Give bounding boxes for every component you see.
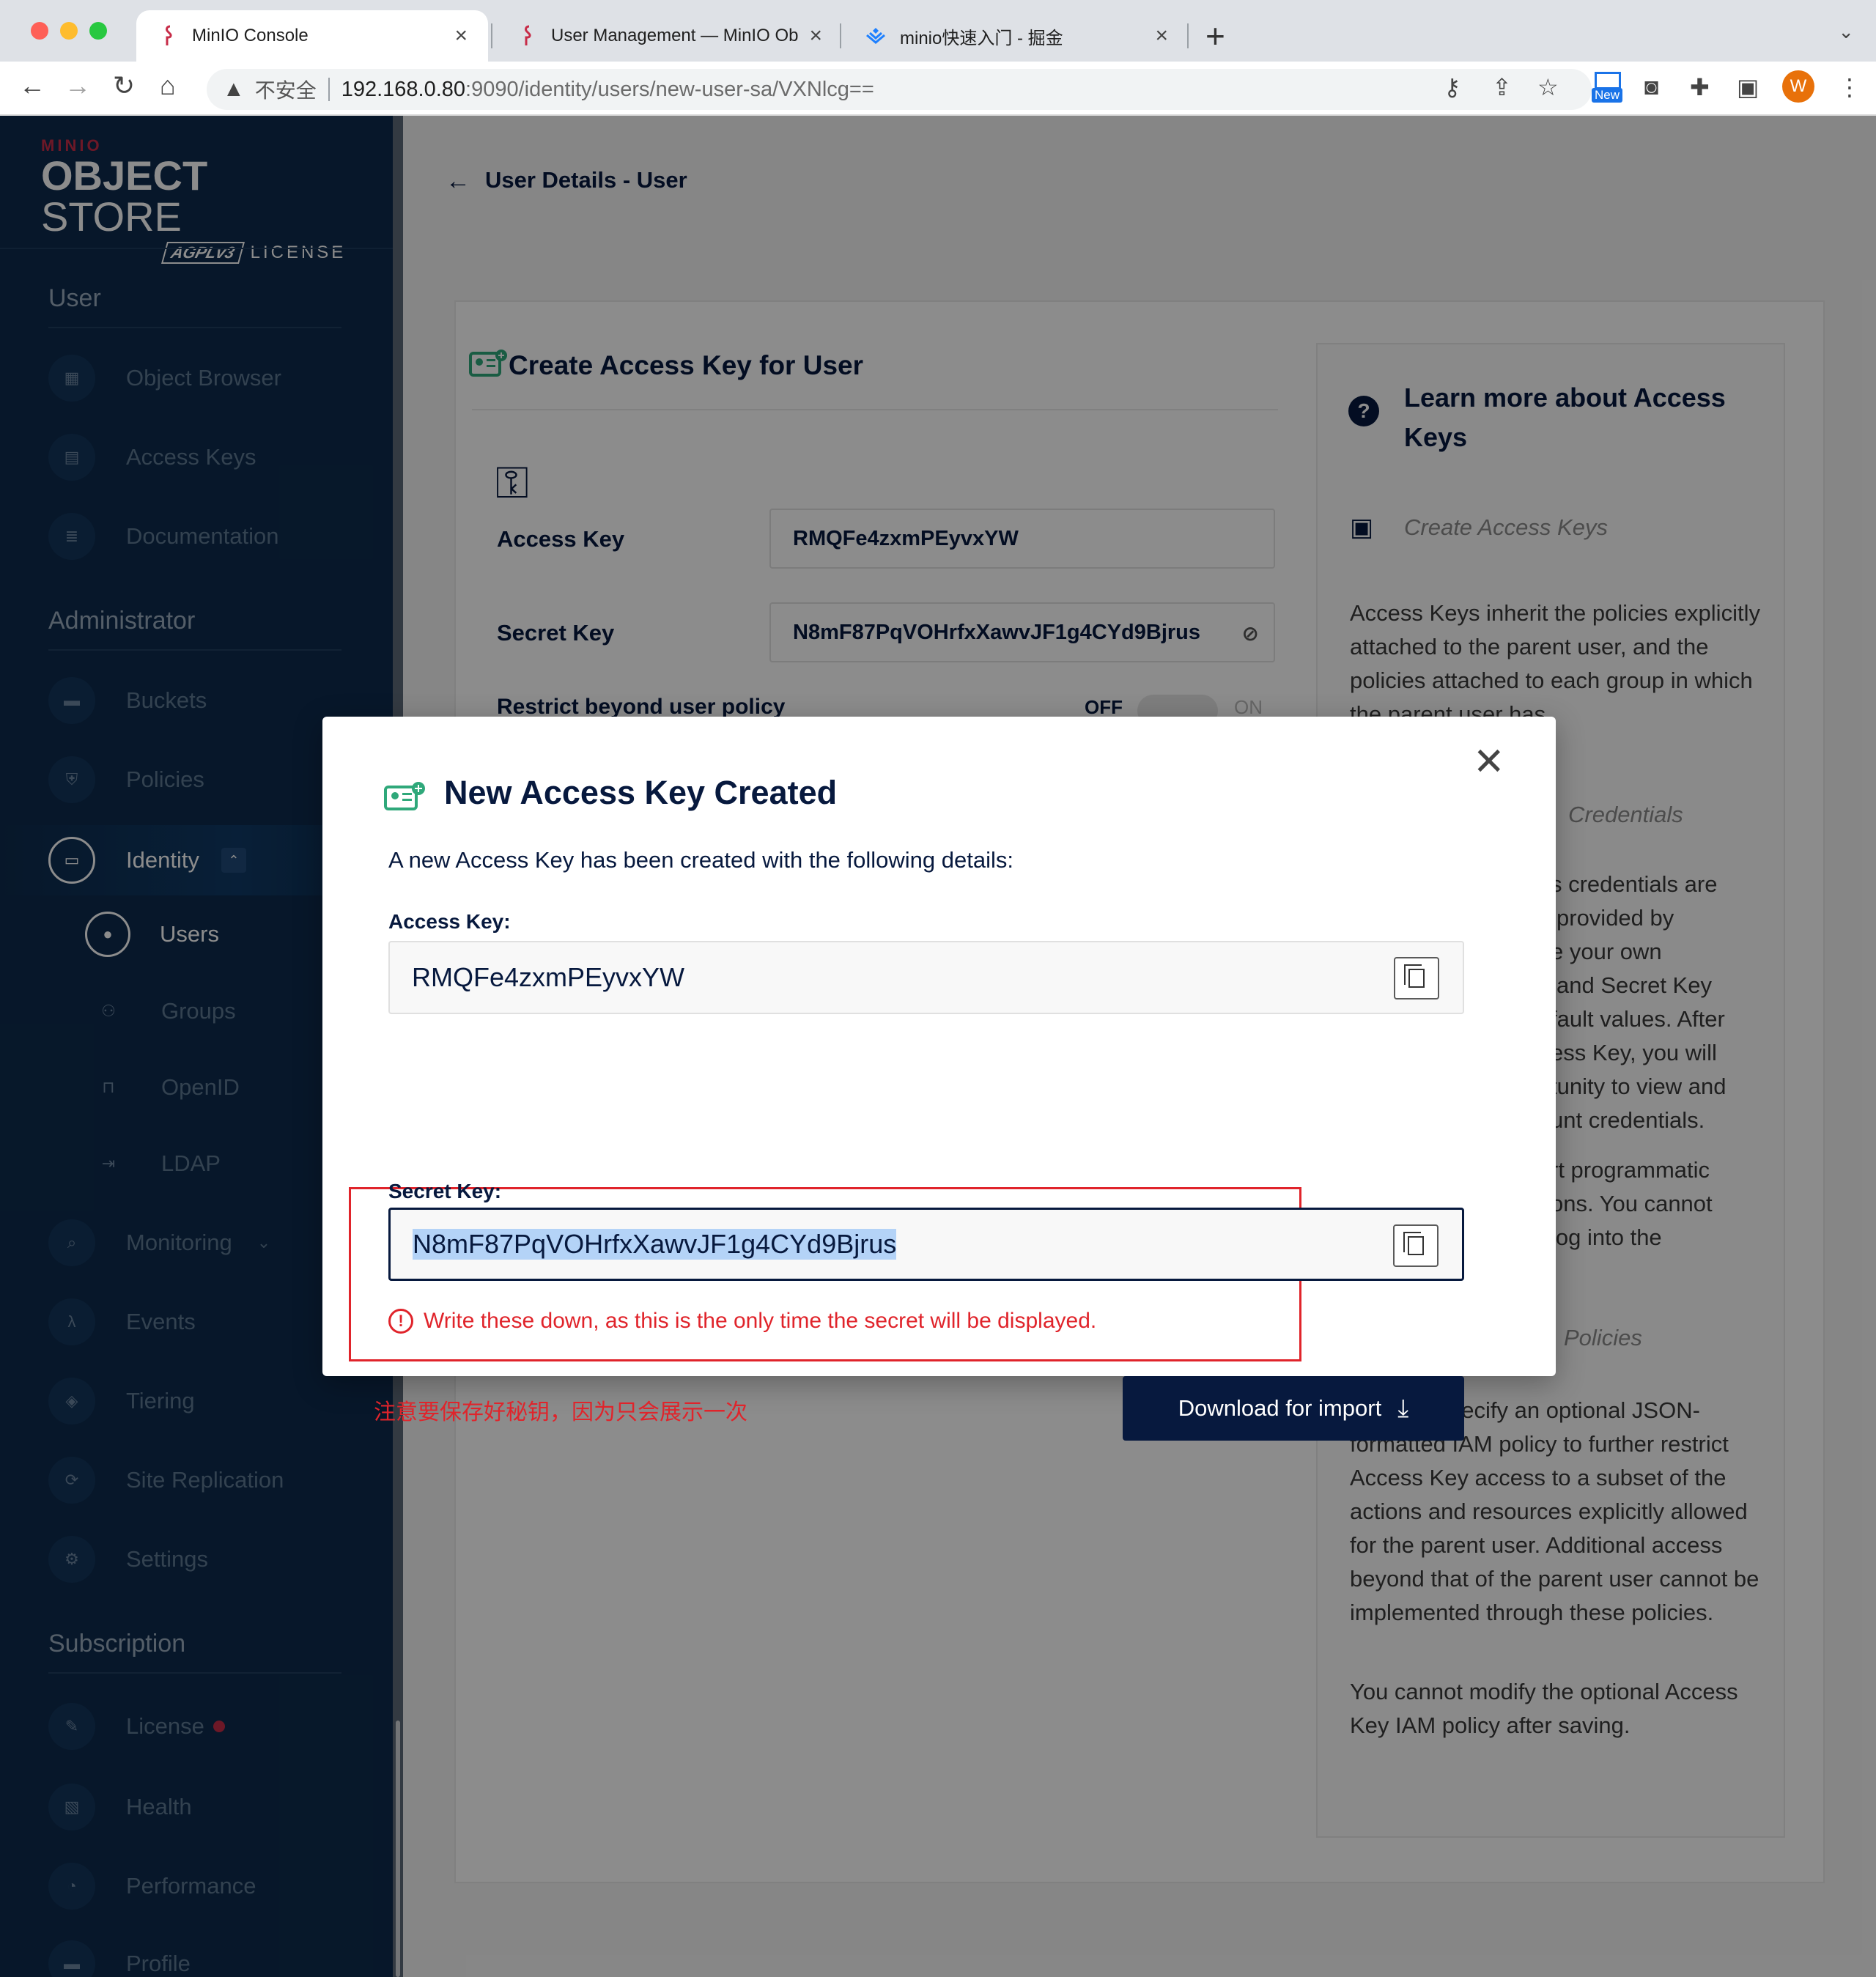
flamingo-favicon-icon: [516, 25, 538, 47]
chinese-annotation: 注意要保存好秘钥，因为只会展示一次: [374, 1400, 747, 1424]
password-key-icon[interactable]: ⚷: [1444, 73, 1460, 101]
browser-toolbar: ← → ↻ ⌂ ▲ 不安全 192.168.0.80 :9090/identit…: [0, 62, 1876, 116]
side-panel-icon[interactable]: ▣: [1737, 73, 1759, 101]
flamingo-favicon-icon: [157, 25, 179, 47]
tab-user-management[interactable]: User Management — MinIO Ob ×: [495, 10, 843, 62]
profile-avatar[interactable]: W: [1782, 70, 1814, 103]
alert-circle-icon: !: [388, 1309, 413, 1334]
secret-warning-text: Write these down, as this is the only ti…: [424, 1309, 1097, 1333]
new-tab-button[interactable]: +: [1205, 16, 1225, 56]
access-key-created-icon: [384, 781, 426, 812]
secret-warning: ! Write these down, as this is the only …: [388, 1309, 1096, 1334]
juejin-favicon-icon: [865, 25, 887, 47]
share-icon[interactable]: ⇪: [1492, 73, 1512, 101]
window-minimize-button[interactable]: [60, 22, 78, 40]
window-close-button[interactable]: [31, 22, 48, 40]
tab-title: MinIO Console: [192, 26, 309, 45]
reload-icon[interactable]: ↻: [113, 70, 135, 101]
secret-key-label: Secret Key:: [388, 1180, 502, 1202]
tab-close-icon[interactable]: ×: [1155, 23, 1168, 48]
secret-key-output[interactable]: N8mF87PqVOHrfxXawvJF1g4CYd9Bjrus: [388, 1208, 1464, 1281]
access-key-label: Access Key:: [388, 910, 511, 933]
copy-secret-key-button[interactable]: [1393, 1224, 1439, 1267]
tab-title: User Management — MinIO Ob: [551, 26, 799, 45]
bookmark-star-icon[interactable]: ☆: [1537, 73, 1559, 101]
home-icon[interactable]: ⌂: [160, 70, 176, 101]
kebab-menu-icon[interactable]: ⋮: [1838, 73, 1861, 101]
tab-separator: [1187, 23, 1189, 48]
back-arrow-icon[interactable]: ←: [19, 70, 45, 101]
download-icon: ⤓: [1397, 1394, 1409, 1422]
tab-separator: [491, 23, 492, 48]
minio-console-app: MINIO OBJECT STORE AGPLv3 LICENSE User ▦…: [0, 116, 1876, 1977]
address-bar[interactable]: ▲ 不安全 192.168.0.80 :9090/identity/users/…: [207, 69, 1592, 110]
tab-title: minio快速入门 - 掘金: [900, 28, 1063, 48]
url-path[interactable]: :9090/identity/users/new-user-sa/VXNlcg=…: [465, 78, 874, 102]
extension-new-icon[interactable]: New: [1592, 72, 1624, 104]
access-key-value: RMQFe4zxmPEyvxYW: [412, 962, 685, 992]
forward-arrow-icon[interactable]: →: [64, 70, 91, 101]
copy-icon: [1403, 1232, 1424, 1255]
tab-minio-console[interactable]: MinIO Console ×: [136, 10, 488, 62]
download-for-import-button[interactable]: Download for import ⤓: [1123, 1376, 1464, 1441]
extensions-puzzle-icon[interactable]: ✚: [1690, 73, 1710, 101]
tab-separator: [840, 23, 841, 48]
new-access-key-modal: ✕ New Access Key Created A new Access Ke…: [322, 717, 1556, 1441]
url-host[interactable]: 192.168.0.80: [341, 78, 465, 102]
extension-glasses-icon[interactable]: ◙: [1644, 73, 1658, 100]
browser-tab-bar: MinIO Console × User Management — MinIO …: [0, 0, 1876, 62]
warning-triangle-icon[interactable]: ▲: [223, 77, 245, 102]
copy-icon: [1404, 964, 1425, 988]
copy-access-key-button[interactable]: [1394, 957, 1439, 999]
window-zoom-button[interactable]: [89, 22, 107, 40]
download-label: Download for import: [1178, 1395, 1382, 1421]
secret-key-value: N8mF87PqVOHrfxXawvJF1g4CYd9Bjrus: [413, 1229, 897, 1260]
access-key-output[interactable]: RMQFe4zxmPEyvxYW: [388, 941, 1464, 1014]
insecure-label[interactable]: 不安全: [255, 75, 317, 104]
modal-description: A new Access Key has been created with t…: [388, 847, 1013, 873]
close-icon[interactable]: ✕: [1473, 743, 1505, 781]
tab-search-chevron-icon[interactable]: ⌄: [1838, 21, 1854, 43]
omnibox-separator: [328, 78, 330, 101]
tab-juejin[interactable]: minio快速入门 - 掘金 ×: [844, 10, 1189, 62]
tab-close-icon[interactable]: ×: [454, 23, 468, 48]
tab-close-icon[interactable]: ×: [809, 23, 822, 48]
modal-title: New Access Key Created: [444, 774, 838, 811]
